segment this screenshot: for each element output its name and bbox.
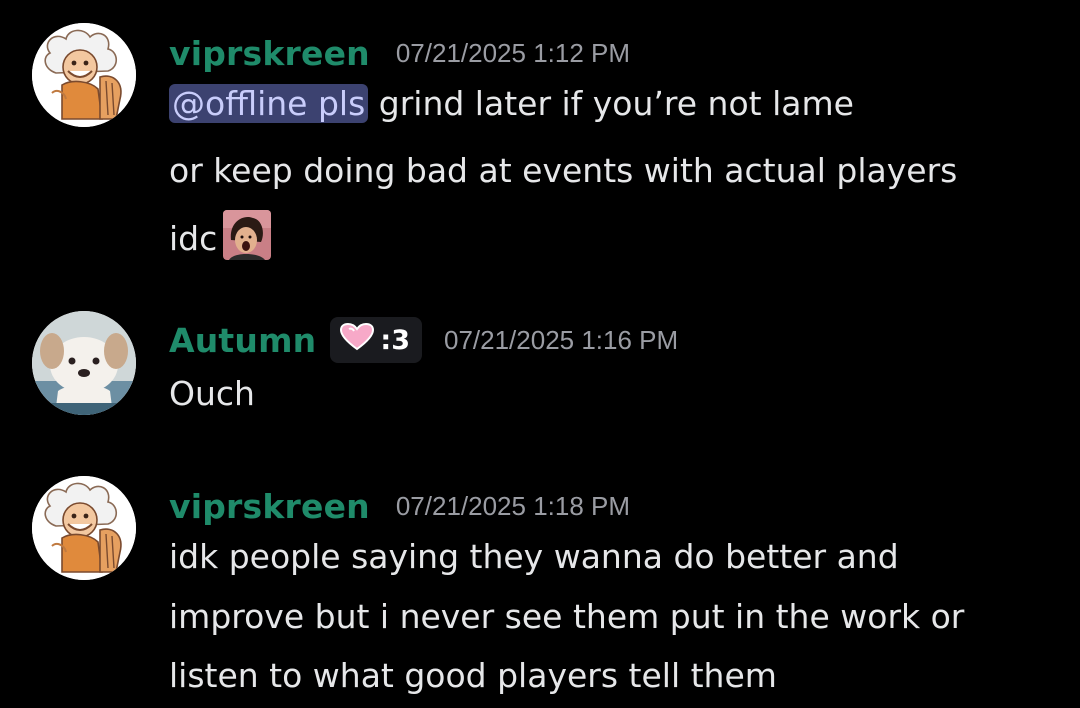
tag-text: :3 (380, 324, 410, 356)
pink-heart-icon (340, 322, 375, 358)
message-line: or keep doing bad at events with actual … (169, 151, 958, 190)
user-avatar[interactable] (32, 476, 136, 580)
user-avatar[interactable] (32, 311, 136, 415)
user-avatar[interactable] (32, 23, 136, 127)
username[interactable]: viprskreen (169, 487, 370, 526)
message-line: idc (169, 210, 272, 260)
message-line: idk people saying they wanna do better a… (169, 537, 899, 576)
shocked-face-emoji-icon[interactable] (223, 210, 272, 260)
message-line: Ouch (169, 374, 255, 413)
username[interactable]: Autumn (169, 321, 316, 360)
message-timestamp: 07/21/2025 1:18 PM (395, 490, 631, 521)
username[interactable]: viprskreen (169, 34, 370, 73)
message-line: @offline pls grind later if you’re not l… (169, 84, 854, 123)
message-line: listen to what good players tell them (169, 656, 777, 695)
message-timestamp: 07/21/2025 1:12 PM (395, 37, 631, 68)
message-timestamp: 07/21/2025 1:16 PM (443, 324, 679, 355)
message-line: improve but i never see them put in the … (169, 597, 965, 636)
message-text: grind later if you’re not lame (368, 84, 854, 123)
user-tag-badge[interactable]: :3 (330, 317, 422, 363)
message-text: idc (169, 219, 218, 258)
user-mention[interactable]: @offline pls (169, 84, 369, 123)
